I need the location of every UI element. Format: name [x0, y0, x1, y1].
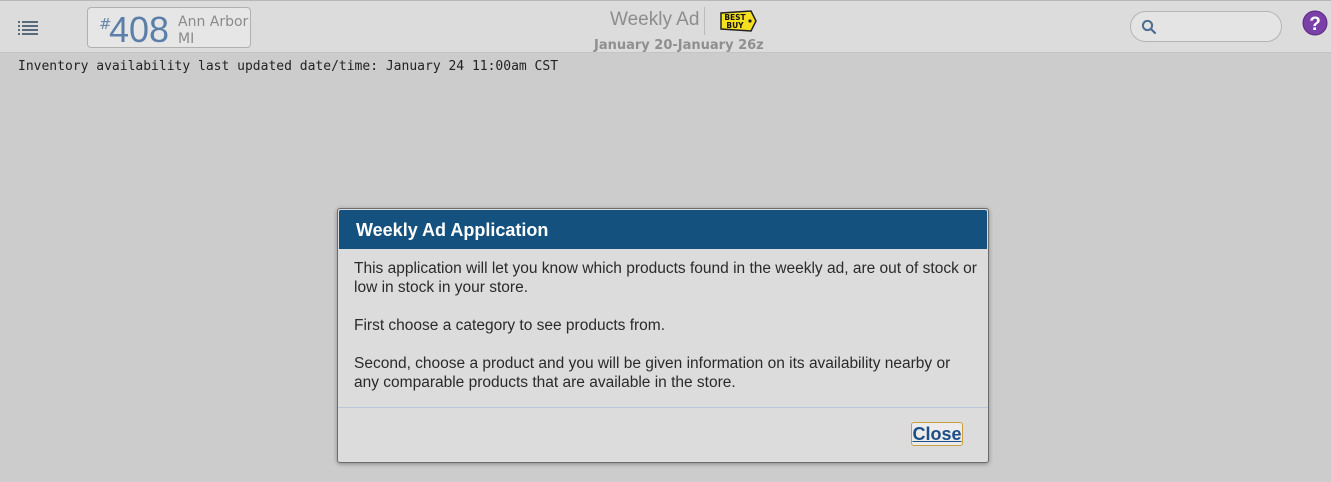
- dialog-body: This application will let you know which…: [354, 259, 979, 411]
- menu-button[interactable]: [18, 19, 40, 37]
- close-button[interactable]: Close: [911, 422, 963, 446]
- weekly-ad-dialog: Weekly Ad Application This application w…: [337, 208, 989, 463]
- inventory-updated-note: Inventory availability last updated date…: [18, 59, 559, 74]
- list-icon: [18, 21, 38, 35]
- search-icon: [1141, 19, 1157, 35]
- store-state: MI: [178, 31, 195, 47]
- search-box[interactable]: [1130, 11, 1282, 42]
- dialog-paragraph-step-two: Second, choose a product and you will be…: [354, 355, 951, 391]
- store-number: 408: [109, 9, 170, 50]
- svg-text:?: ?: [1309, 14, 1321, 35]
- top-bar: # 408 Ann Arbor MI Weekly Ad BEST BUY Ja…: [0, 0, 1331, 53]
- ad-date-range: January 20-January 26z: [594, 38, 764, 53]
- dialog-divider: [338, 407, 988, 408]
- dialog-header: Weekly Ad Application: [339, 210, 987, 249]
- svg-text:BUY: BUY: [726, 21, 744, 30]
- search-input[interactable]: [1161, 16, 1277, 39]
- dialog-paragraph-step-one: First choose a category to see products …: [354, 317, 665, 334]
- store-selector[interactable]: # 408 Ann Arbor MI: [87, 7, 251, 50]
- store-city: Ann Arbor: [178, 14, 249, 30]
- dialog-title: Weekly Ad Application: [356, 220, 549, 240]
- app-title: Weekly Ad: [610, 9, 700, 30]
- help-icon[interactable]: ?: [1302, 10, 1328, 36]
- best-buy-logo: BEST BUY: [720, 10, 757, 32]
- title-divider: [704, 7, 705, 35]
- dialog-paragraph-intro: This application will let you know which…: [354, 260, 977, 296]
